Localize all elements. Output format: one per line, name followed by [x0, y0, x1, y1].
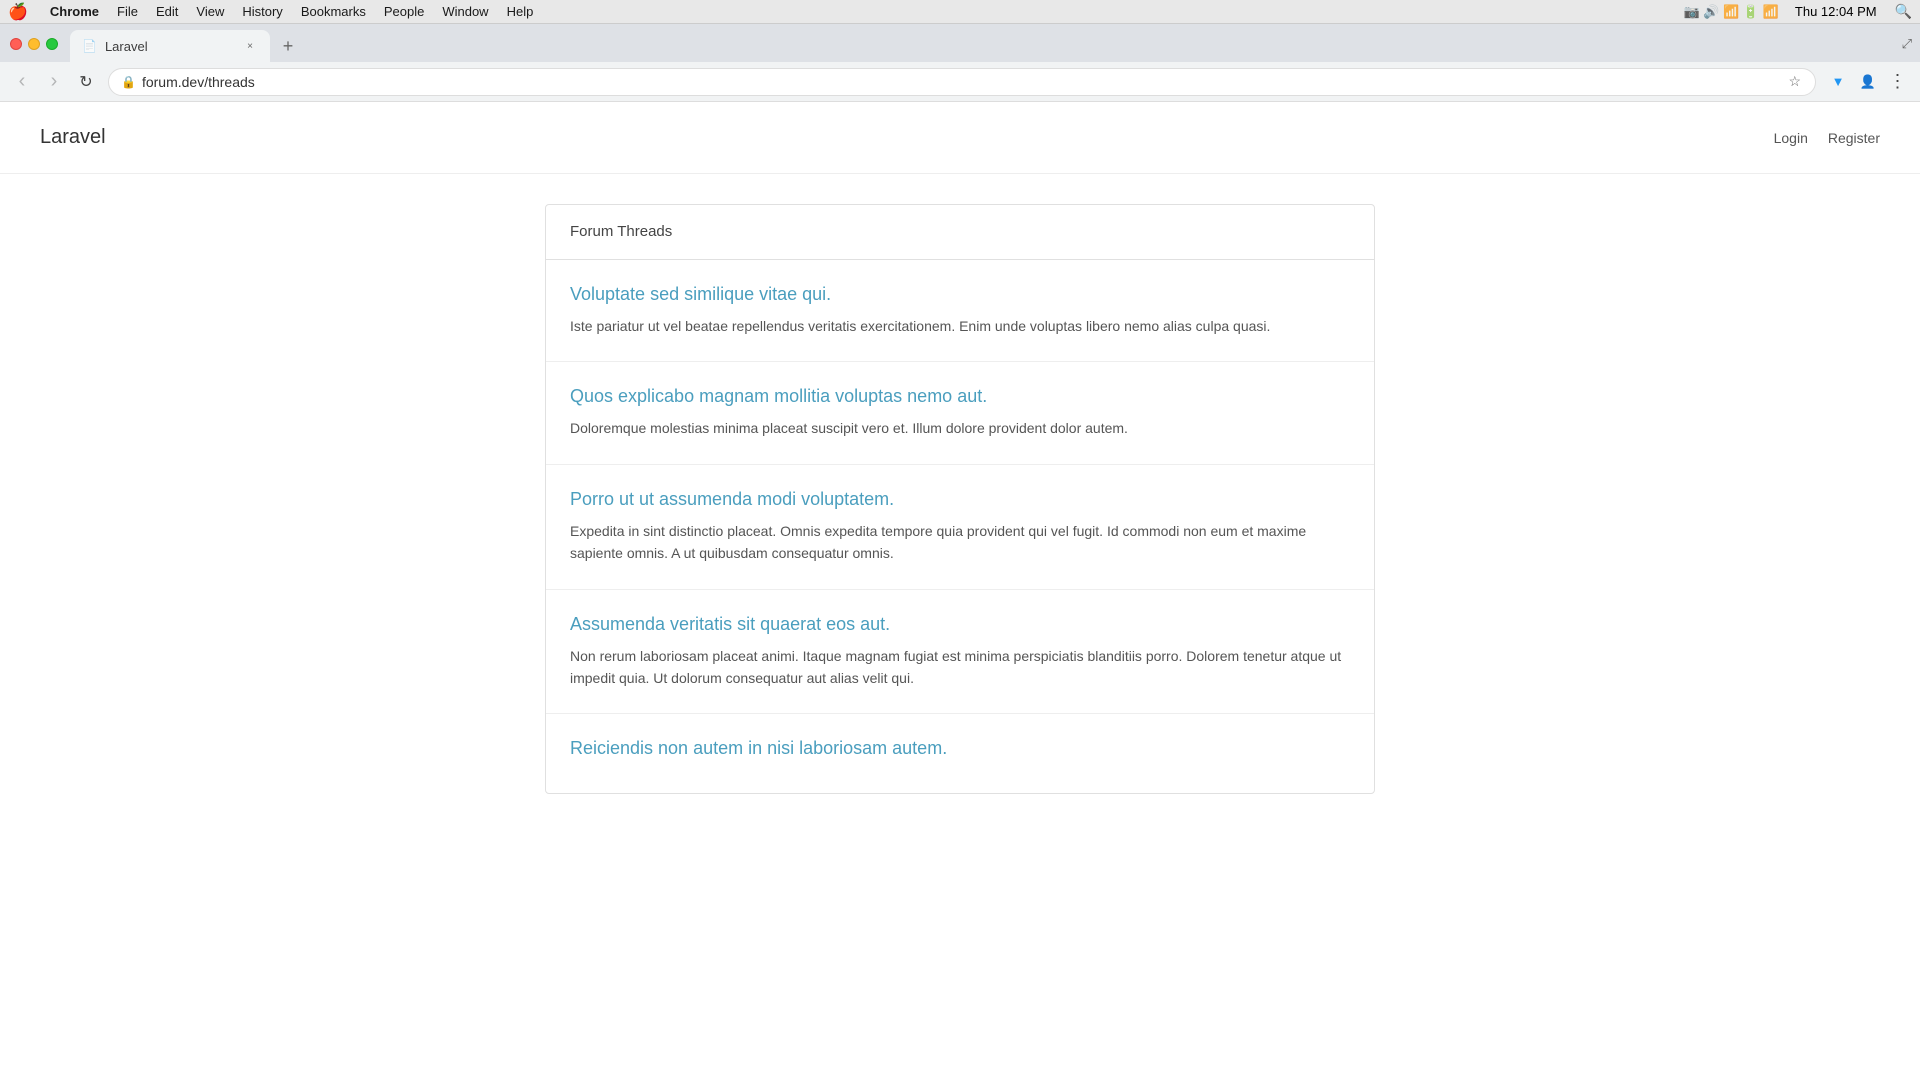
thread-body: Iste pariatur ut vel beatae repellendus … — [570, 315, 1350, 337]
apple-menu[interactable]: 🍎 — [8, 2, 28, 22]
refresh-button[interactable]: ↻ — [72, 68, 100, 96]
extensions-button[interactable]: ▼ — [1824, 68, 1852, 96]
address-bar[interactable]: 🔒 forum.dev/threads ☆ — [108, 68, 1816, 96]
menu-help[interactable]: Help — [507, 4, 534, 19]
thread-title-link[interactable]: Quos explicabo magnam mollitia voluptas … — [570, 386, 1350, 407]
browser-toolbar: ‹ › ↻ 🔒 forum.dev/threads ☆ ▼ 👤 ⋮ — [0, 62, 1920, 102]
new-tab-button[interactable]: + — [274, 32, 302, 60]
traffic-light-maximize[interactable] — [46, 38, 58, 50]
macos-menubar: 🍎 Chrome File Edit View History Bookmark… — [0, 0, 1920, 24]
thread-title-link[interactable]: Reiciendis non autem in nisi laboriosam … — [570, 738, 1350, 759]
profile-button[interactable]: 👤 — [1854, 68, 1882, 96]
menu-edit[interactable]: Edit — [156, 4, 178, 19]
app-nav: Login Register — [1774, 130, 1880, 146]
toolbar-right: ▼ 👤 ⋮ — [1824, 68, 1912, 96]
thread-item: Reiciendis non autem in nisi laboriosam … — [546, 714, 1374, 793]
menubar-time: Thu 12:04 PM — [1795, 4, 1877, 19]
forward-button[interactable]: › — [40, 68, 68, 96]
thread-body: Doloremque molestias minima placeat susc… — [570, 417, 1350, 439]
thread-title-link[interactable]: Assumenda veritatis sit quaerat eos aut. — [570, 614, 1350, 635]
refresh-icon: ↻ — [79, 72, 92, 92]
lock-icon: 🔒 — [121, 75, 136, 89]
search-icon[interactable]: 🔍 — [1895, 3, 1912, 20]
browser-tab[interactable]: 📄 Laravel × — [70, 30, 270, 62]
menu-view[interactable]: View — [196, 4, 224, 19]
thread-body: Expedita in sint distinctio placeat. Omn… — [570, 520, 1350, 565]
window-resize-icon[interactable]: ⤢ — [1902, 36, 1912, 52]
tab-title: Laravel — [105, 39, 234, 54]
forum-heading: Forum Threads — [570, 223, 672, 240]
menu-history[interactable]: History — [242, 4, 282, 19]
menu-window[interactable]: Window — [442, 4, 488, 19]
forum-header: Forum Threads — [546, 205, 1374, 260]
forum-container: Forum Threads Voluptate sed similique vi… — [525, 204, 1395, 794]
page-content: Laravel Login Register Forum Threads Vol… — [0, 102, 1920, 1080]
thread-title-link[interactable]: Voluptate sed similique vitae qui. — [570, 284, 1350, 305]
thread-body: Non rerum laboriosam placeat animi. Itaq… — [570, 645, 1350, 690]
back-button[interactable]: ‹ — [8, 68, 36, 96]
bookmark-star-icon[interactable]: ☆ — [1786, 71, 1803, 92]
tab-favicon-icon: 📄 — [82, 39, 97, 53]
forward-icon: › — [51, 70, 58, 93]
menu-file[interactable]: File — [117, 4, 138, 19]
menu-chrome[interactable]: Chrome — [50, 4, 99, 19]
register-link[interactable]: Register — [1828, 130, 1880, 146]
traffic-light-minimize[interactable] — [28, 38, 40, 50]
thread-item: Porro ut ut assumenda modi voluptatem. E… — [546, 465, 1374, 590]
url-domain: forum.dev — [142, 74, 204, 90]
menu-button[interactable]: ⋮ — [1884, 68, 1912, 96]
thread-item: Quos explicabo magnam mollitia voluptas … — [546, 362, 1374, 464]
forum-card: Forum Threads Voluptate sed similique vi… — [545, 204, 1375, 794]
url-path: /threads — [204, 74, 255, 90]
app-header: Laravel Login Register — [0, 102, 1920, 174]
thread-item: Voluptate sed similique vitae qui. Iste … — [546, 260, 1374, 362]
menubar-right: 📷 🔊 📶 🔋 📶 Thu 12:04 PM 🔍 — [1684, 3, 1912, 20]
browser-window: 📄 Laravel × + ⤢ ‹ › ↻ 🔒 forum.dev/thread… — [0, 24, 1920, 1080]
login-link[interactable]: Login — [1774, 130, 1808, 146]
url-display: forum.dev/threads — [142, 74, 1780, 90]
menu-bookmarks[interactable]: Bookmarks — [301, 4, 366, 19]
menu-people[interactable]: People — [384, 4, 424, 19]
traffic-light-close[interactable] — [10, 38, 22, 50]
thread-item: Assumenda veritatis sit quaerat eos aut.… — [546, 590, 1374, 715]
thread-title-link[interactable]: Porro ut ut assumenda modi voluptatem. — [570, 489, 1350, 510]
system-icons: 📷 🔊 📶 🔋 📶 — [1684, 4, 1779, 20]
back-icon: ‹ — [19, 70, 26, 93]
app-logo: Laravel — [40, 126, 106, 149]
tab-close-button[interactable]: × — [242, 38, 258, 54]
